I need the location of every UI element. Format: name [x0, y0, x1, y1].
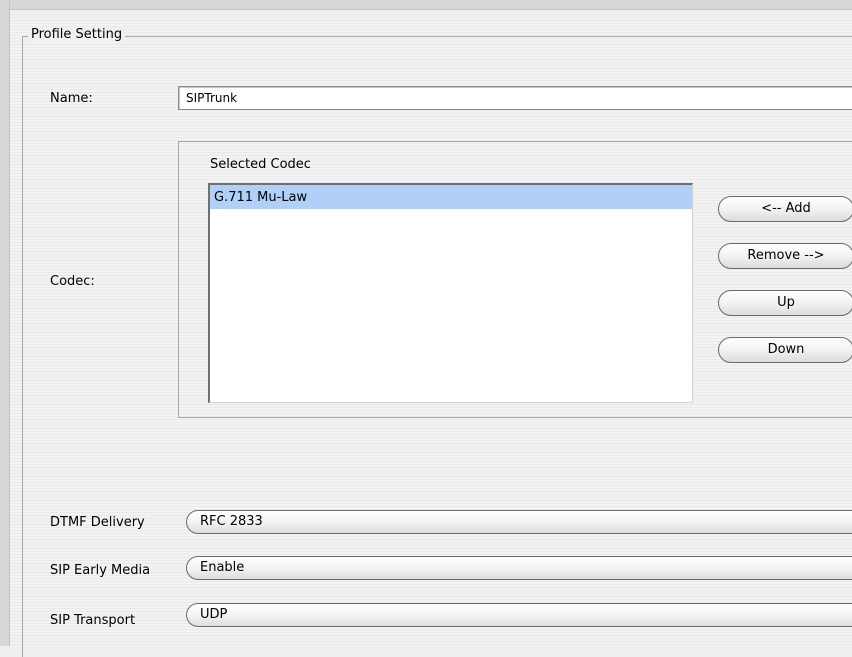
- remove-codec-button[interactable]: Remove -->: [718, 243, 852, 269]
- add-codec-button[interactable]: <-- Add: [718, 196, 852, 222]
- move-up-button[interactable]: Up: [718, 290, 852, 316]
- name-label: Name:: [50, 91, 93, 106]
- window-left-border: [0, 0, 10, 646]
- sip-transport-select[interactable]: UDP: [186, 603, 852, 627]
- profile-setting-legend: Profile Setting: [28, 27, 126, 42]
- sip-transport-label: SIP Transport: [50, 613, 136, 628]
- list-item[interactable]: G.711 Mu-Law: [210, 185, 692, 209]
- codec-label: Codec:: [50, 274, 95, 289]
- selected-codec-heading: Selected Codec: [210, 157, 311, 172]
- profile-setting-page: Profile Setting Name: SIPTrunk Codec: Se…: [0, 0, 852, 657]
- dtmf-delivery-label: DTMF Delivery: [50, 515, 145, 530]
- sip-early-media-label: SIP Early Media: [50, 563, 151, 578]
- selected-codec-list[interactable]: G.711 Mu-Law: [208, 183, 693, 403]
- move-down-button[interactable]: Down: [718, 337, 852, 363]
- name-field[interactable]: SIPTrunk: [178, 86, 852, 110]
- window-top-border: [0, 0, 852, 10]
- dtmf-delivery-select[interactable]: RFC 2833: [186, 510, 852, 534]
- sip-early-media-select[interactable]: Enable: [186, 556, 852, 580]
